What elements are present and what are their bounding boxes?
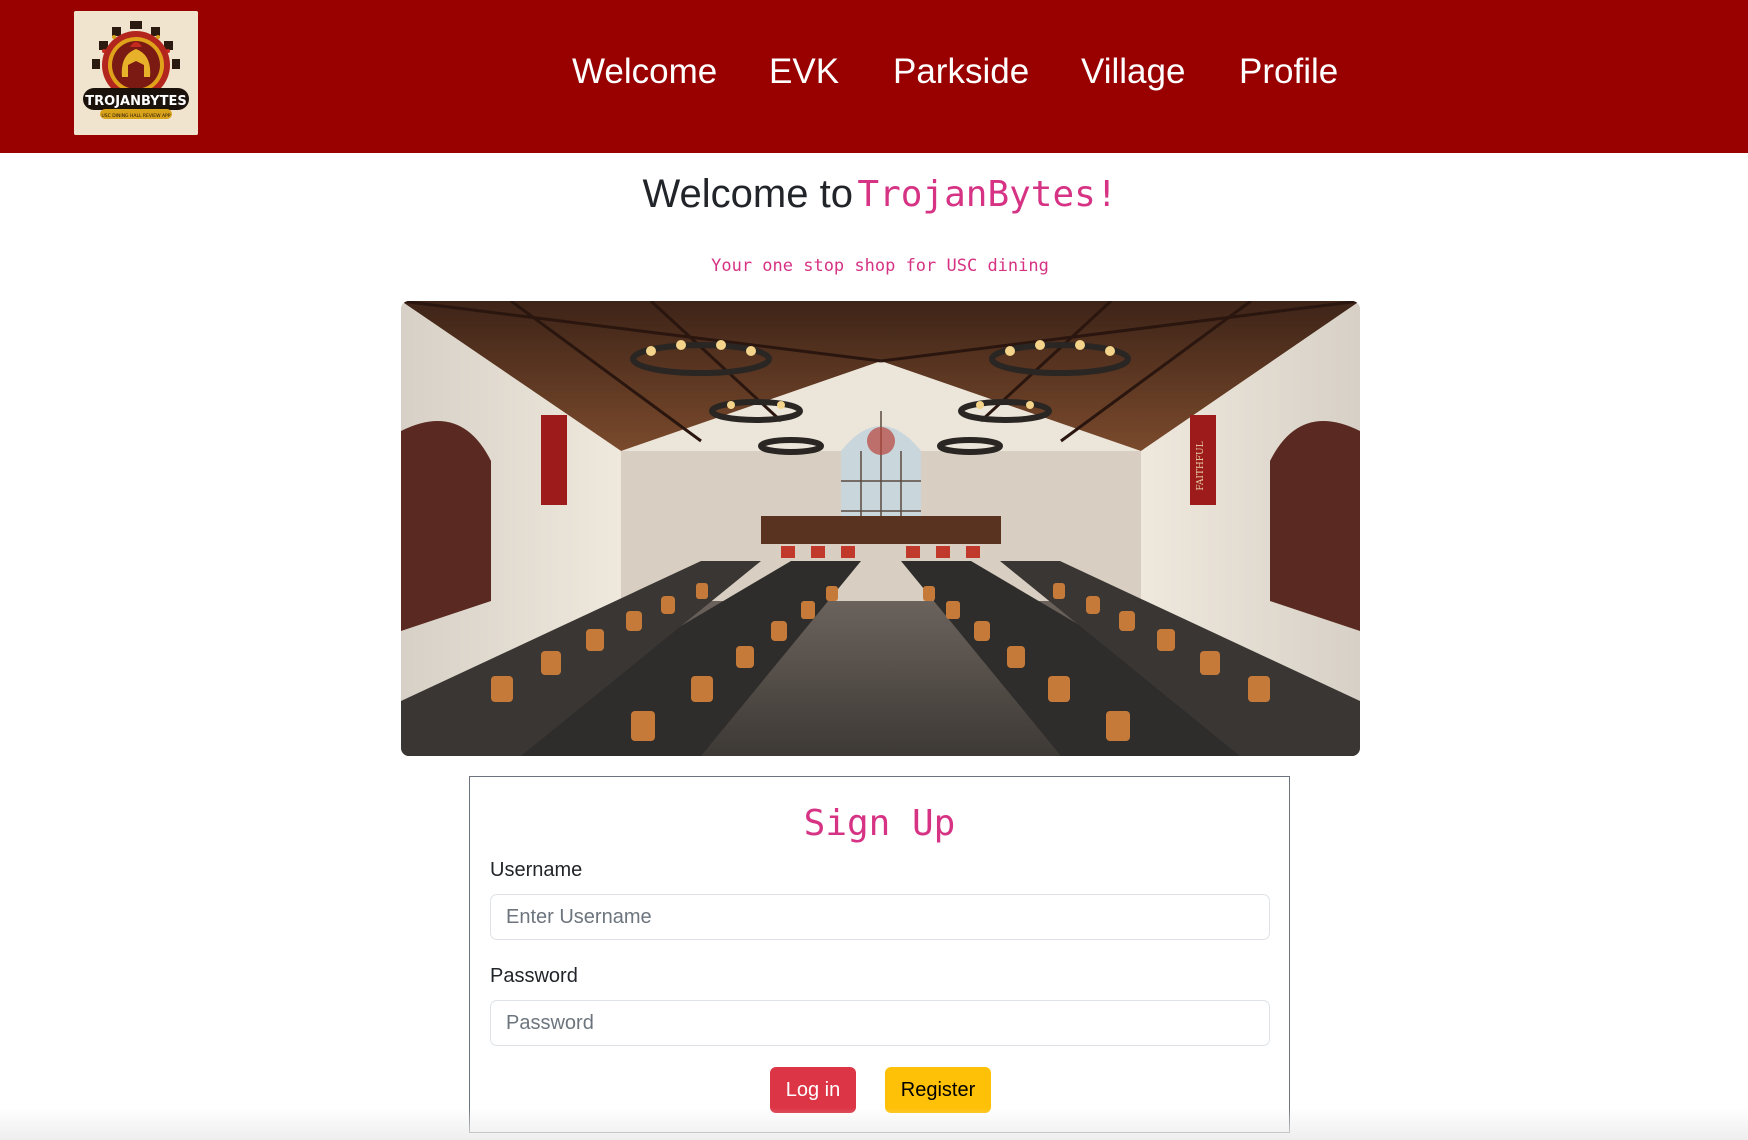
nav-link-profile[interactable]: Profile [1239,48,1338,96]
register-button[interactable]: Register [885,1067,991,1113]
password-label: Password [490,965,578,987]
nav-link-parkside[interactable]: Parkside [893,48,1029,96]
nav-link-village[interactable]: Village [1081,48,1185,96]
page-title-lead: Welcome to [642,172,853,216]
username-label: Username [490,859,583,881]
nav-link-welcome[interactable]: Welcome [572,48,717,96]
page-title: Welcome to TrojanBytes! [0,172,1748,217]
dining-hall-hero-image: FAITHFUL [401,301,1360,756]
nav-link-evk[interactable]: EVK [769,48,839,96]
top-navbar: TROJANBYTES USC DINING HALL REVIEW APP W… [0,0,1748,153]
main-nav: Welcome EVK Parkside Village Profile [0,48,1748,98]
password-input[interactable] [490,1000,1270,1046]
page-title-brand: TrojanBytes! [857,174,1118,215]
logo-subtext: USC DINING HALL REVIEW APP [101,113,170,119]
tagline: Your one stop shop for USC dining [711,256,1049,276]
dining-hall-illustration: FAITHFUL [401,301,1360,756]
login-button[interactable]: Log in [770,1067,856,1113]
signup-title: Sign Up [803,803,956,844]
hero-banner-text: FAITHFUL [1196,441,1206,490]
username-input[interactable] [490,894,1270,940]
signup-card: Sign Up Username Password Log in Registe… [469,776,1290,1133]
